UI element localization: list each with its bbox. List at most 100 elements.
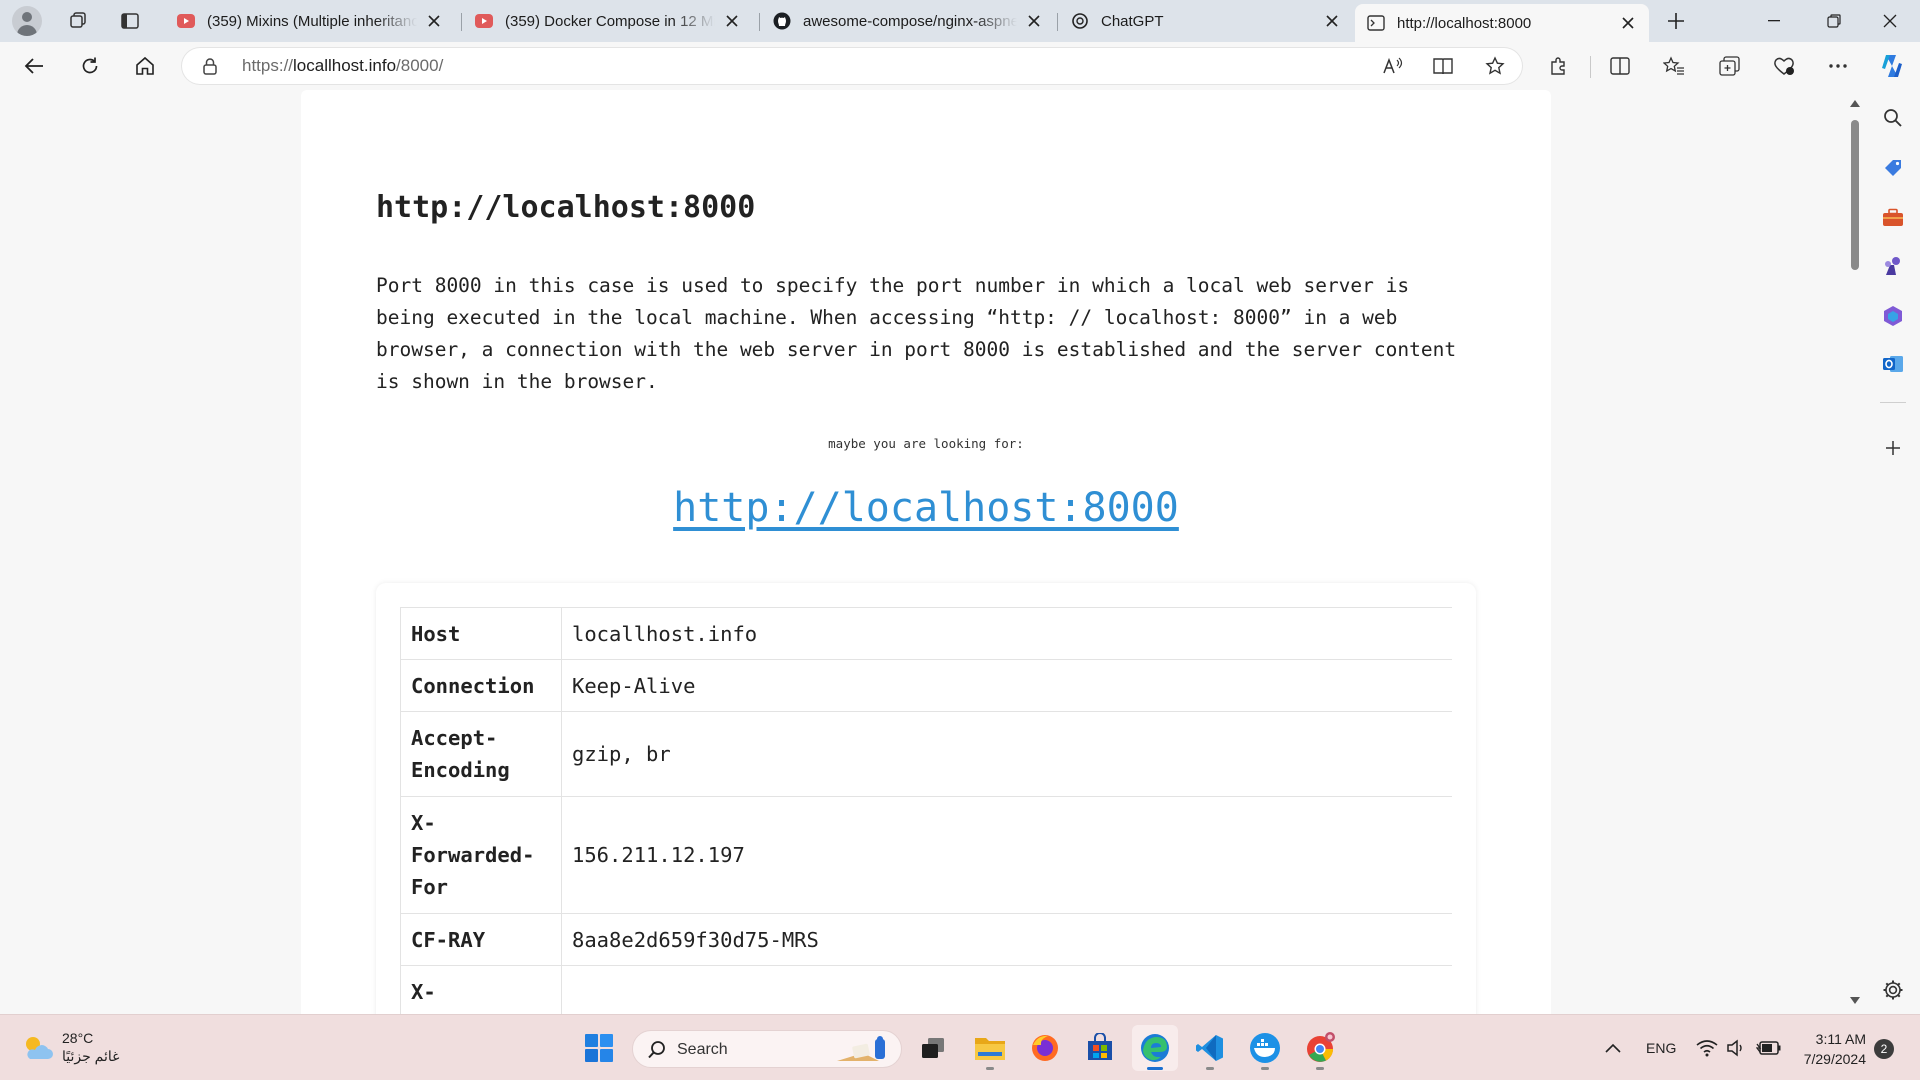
- search-icon[interactable]: [1877, 102, 1909, 134]
- github-icon: [773, 12, 791, 30]
- immersive-reader-icon[interactable]: [1428, 53, 1458, 79]
- tab-github[interactable]: awesome-compose/nginx-aspnet: [761, 4, 1055, 38]
- vertical-scrollbar[interactable]: [1846, 96, 1864, 1011]
- address-bar[interactable]: https://locallhost.info/8000/: [182, 48, 1522, 84]
- tab-localhost-active[interactable]: http://localhost:8000: [1355, 4, 1649, 42]
- outlook-icon[interactable]: [1877, 348, 1909, 380]
- input-language[interactable]: ENG: [1646, 1015, 1676, 1080]
- tab-chatgpt[interactable]: ChatGPT: [1059, 4, 1353, 38]
- start-windows-icon[interactable]: [576, 1025, 622, 1071]
- tools-briefcase-icon[interactable]: [1877, 202, 1909, 234]
- request-headers-card: Host locallhost.info Connection Keep-Ali…: [376, 583, 1476, 1014]
- tab-title: http://localhost:8000: [1397, 14, 1532, 32]
- read-aloud-icon[interactable]: [1378, 53, 1408, 79]
- weather-description: غائم جزئيًا: [62, 1048, 120, 1064]
- terminal-page-icon: [1367, 14, 1385, 32]
- scroll-down-arrow-icon[interactable]: [1849, 996, 1861, 1006]
- table-row: X-: [400, 965, 1452, 1014]
- table-row: X-Forwarded-For 156.211.12.197: [400, 796, 1452, 914]
- tab-title: (359) Docker Compose in 12 Min: [505, 12, 715, 30]
- header-value: 8aa8e2d659f30d75-MRS: [561, 913, 1452, 966]
- header-value: Keep-Alive: [561, 659, 1452, 712]
- scrollbar-thumb[interactable]: [1851, 120, 1859, 270]
- collections-icon[interactable]: [1712, 50, 1748, 82]
- header-key: Connection: [400, 659, 562, 712]
- notification-count-badge[interactable]: 2: [1874, 1039, 1894, 1059]
- page-container: http://localhost:8000 Port 8000 in this …: [301, 90, 1551, 1014]
- tab-close-icon[interactable]: [721, 10, 743, 32]
- tab-title: ChatGPT: [1101, 12, 1164, 30]
- file-explorer-icon[interactable]: [967, 1025, 1013, 1071]
- close-window-icon[interactable]: [1862, 0, 1918, 42]
- home-icon[interactable]: [127, 50, 163, 82]
- copilot-designer-icon[interactable]: [1877, 300, 1909, 332]
- split-screen-icon[interactable]: [1602, 50, 1638, 82]
- browser-essentials-icon[interactable]: [1766, 50, 1802, 82]
- volume-icon[interactable]: [1726, 1015, 1748, 1080]
- suggested-localhost-link[interactable]: http://localhost:8000: [301, 485, 1551, 531]
- search-label: Search: [677, 1041, 728, 1058]
- edge-sidebar: [1866, 90, 1920, 1014]
- weather-temperature: 28°C: [62, 1030, 94, 1046]
- taskbar-clock[interactable]: 3:11 AM 7/29/2024: [1796, 1029, 1866, 1069]
- tab-youtube-docker[interactable]: (359) Docker Compose in 12 Min: [463, 4, 753, 38]
- profile-avatar-icon[interactable]: [12, 6, 42, 36]
- tab-title: (359) Mixins (Multiple inheritance: [207, 12, 417, 30]
- windows-taskbar: 28°C غائم جزئيًا Search ENG 3:11 AM 7/29…: [0, 1014, 1920, 1080]
- settings-more-icon[interactable]: [1820, 50, 1856, 82]
- battery-charging-icon[interactable]: [1756, 1015, 1782, 1080]
- browser-viewport: http://localhost:8000 Port 8000 in this …: [6, 90, 1866, 1014]
- weather-widget[interactable]: 28°C غائم جزئيًا: [20, 1029, 119, 1065]
- games-icon[interactable]: [1877, 250, 1909, 282]
- favorites-icon[interactable]: [1656, 50, 1692, 82]
- tab-close-icon[interactable]: [1321, 10, 1343, 32]
- page-description: Port 8000 in this case is used to specif…: [376, 274, 1457, 393]
- wifi-icon[interactable]: [1696, 1015, 1718, 1080]
- header-value: 156.211.12.197: [561, 796, 1452, 914]
- site-info-lock-icon[interactable]: [202, 57, 218, 80]
- edge-browser-icon[interactable]: [1132, 1025, 1178, 1071]
- new-tab-icon[interactable]: [1660, 7, 1692, 35]
- partly-cloudy-icon: [26, 1037, 53, 1059]
- restore-icon[interactable]: [1806, 0, 1862, 42]
- docker-desktop-icon[interactable]: [1242, 1025, 1288, 1071]
- workspaces-icon[interactable]: [62, 7, 94, 35]
- address-url[interactable]: https://locallhost.info/8000/: [242, 56, 443, 76]
- firefox-icon[interactable]: [1022, 1025, 1068, 1071]
- browser-toolbar: https://locallhost.info/8000/: [0, 42, 1920, 90]
- clock-date: 7/29/2024: [1803, 1051, 1866, 1067]
- request-headers-table: Host locallhost.info Connection Keep-Ali…: [400, 607, 1452, 1014]
- microsoft-store-icon[interactable]: [1077, 1025, 1123, 1071]
- add-sidebar-app-icon[interactable]: [1877, 432, 1909, 464]
- task-view-icon[interactable]: [910, 1025, 956, 1071]
- tab-youtube-mixins[interactable]: (359) Mixins (Multiple inheritance: [165, 4, 455, 38]
- tab-title: awesome-compose/nginx-aspnet: [803, 12, 1017, 30]
- scroll-up-arrow-icon[interactable]: [1849, 98, 1861, 108]
- extensions-icon[interactable]: [1540, 50, 1576, 82]
- sidebar-settings-gear-icon[interactable]: [1877, 974, 1909, 1006]
- youtube-icon: [177, 12, 195, 30]
- header-value: locallhost.info: [561, 607, 1452, 660]
- tab-actions-icon[interactable]: [114, 7, 146, 35]
- tab-strip: (359) Mixins (Multiple inheritance (359)…: [0, 0, 1920, 42]
- clock-time: 3:11 AM: [1815, 1031, 1866, 1047]
- header-key: Accept-Encoding: [400, 711, 562, 797]
- refresh-icon[interactable]: [72, 50, 108, 82]
- page-title: http://localhost:8000: [376, 190, 756, 225]
- minimize-icon[interactable]: [1746, 0, 1802, 42]
- chrome-icon[interactable]: [1297, 1025, 1343, 1071]
- table-row: CF-RAY 8aa8e2d659f30d75-MRS: [400, 913, 1452, 966]
- shopping-tag-icon[interactable]: [1877, 152, 1909, 184]
- looking-for-label: maybe you are looking for:: [828, 436, 1024, 451]
- tab-close-icon[interactable]: [423, 10, 445, 32]
- favorite-star-icon[interactable]: [1480, 53, 1510, 79]
- show-hidden-icons-chevron-icon[interactable]: [1604, 1015, 1622, 1080]
- tab-close-icon[interactable]: [1617, 12, 1639, 34]
- header-key: X-: [400, 965, 562, 1014]
- vscode-icon[interactable]: [1187, 1025, 1233, 1071]
- tab-close-icon[interactable]: [1023, 10, 1045, 32]
- copilot-icon[interactable]: [1874, 50, 1910, 82]
- taskbar-search-box[interactable]: Search: [632, 1030, 902, 1068]
- back-arrow-icon[interactable]: [16, 50, 52, 82]
- header-value: gzip, br: [561, 711, 1452, 797]
